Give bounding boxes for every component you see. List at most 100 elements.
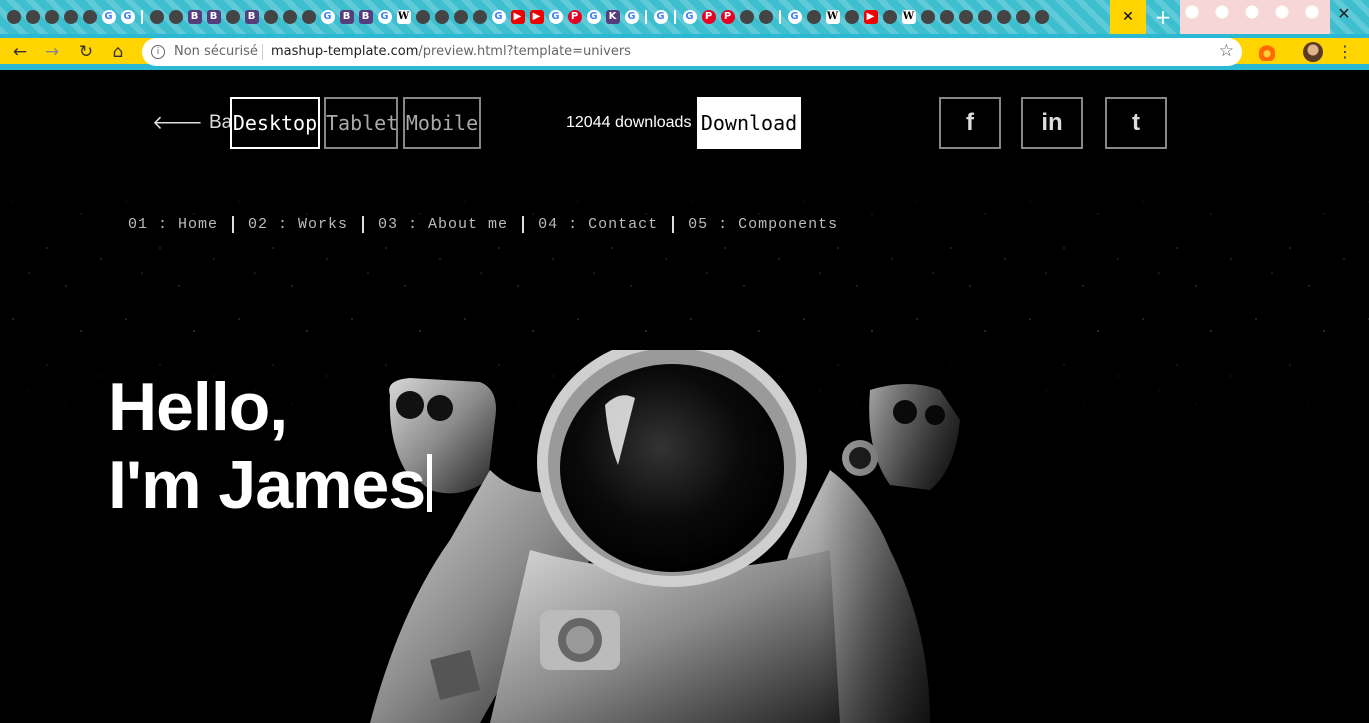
page-viewport: 🡐 Back Desktop Tablet Mobile 12044 downl…	[0, 70, 1369, 723]
tab-separator	[645, 10, 647, 24]
tab-favicon-b-icon[interactable]: B	[339, 10, 354, 24]
tab-favicon-globe-icon[interactable]	[1015, 10, 1030, 24]
mobile-button[interactable]: Mobile	[403, 97, 481, 149]
tab-favicon-globe-icon[interactable]	[1034, 10, 1049, 24]
tab-favicon-g-icon[interactable]: G	[586, 10, 601, 24]
tab-favicons: G G B B B G B B G W G ▶ ▶ G P G K G G G P P G W ▶ W	[4, 7, 1051, 27]
astronaut-hero-image	[370, 350, 1010, 723]
tab-favicon-g-icon[interactable]: G	[787, 10, 802, 24]
tab-favicon-w-icon[interactable]: W	[396, 10, 411, 24]
tab-favicon-b-icon[interactable]: B	[358, 10, 373, 24]
download-button[interactable]: Download	[697, 97, 801, 149]
hero-line-2: I'm James	[108, 447, 426, 523]
tab-favicon-globe-icon[interactable]	[977, 10, 992, 24]
tab-favicon-g-icon[interactable]: G	[120, 10, 135, 24]
tab-favicon-globe-icon[interactable]	[939, 10, 954, 24]
url-divider	[262, 44, 263, 60]
tab-favicon-globe-icon[interactable]	[453, 10, 468, 24]
profile-avatar[interactable]	[1303, 42, 1323, 62]
hero-line-2-wrap: I'm James	[108, 446, 433, 524]
tab-favicon-g-icon[interactable]: G	[653, 10, 668, 24]
hero-line-1: Hello,	[108, 369, 288, 445]
tab-favicon-globe-icon[interactable]	[282, 10, 297, 24]
tab-favicon-g-icon[interactable]: G	[682, 10, 697, 24]
tumblr-share-button[interactable]: t	[1105, 97, 1167, 149]
reload-icon[interactable]: ↻	[76, 42, 96, 62]
tab-favicon-p-icon[interactable]: P	[701, 10, 716, 24]
tab-separator	[674, 10, 676, 24]
tab-favicon-yt-icon[interactable]: ▶	[863, 10, 878, 24]
tab-favicon-g-icon[interactable]: G	[101, 10, 116, 24]
tab-favicon-globe-icon[interactable]	[6, 10, 21, 24]
tab-favicon-g-icon[interactable]: G	[320, 10, 335, 24]
tab-favicon-globe-icon[interactable]	[434, 10, 449, 24]
tab-favicon-g-icon[interactable]: G	[548, 10, 563, 24]
tab-favicon-p-icon[interactable]: P	[720, 10, 735, 24]
desktop-button[interactable]: Desktop	[230, 97, 320, 149]
tab-favicon-g-icon[interactable]: G	[624, 10, 639, 24]
tab-favicon-globe-icon[interactable]	[44, 10, 59, 24]
tab-favicon-globe-icon[interactable]	[149, 10, 164, 24]
tab-close-icon[interactable]: ✕	[1122, 9, 1134, 25]
tab-favicon-globe-icon[interactable]	[415, 10, 430, 24]
extension-fire-icon[interactable]	[1259, 43, 1275, 61]
tab-favicon-globe-icon[interactable]	[920, 10, 935, 24]
tab-separator	[141, 10, 143, 24]
nav-item-home[interactable]: 01 : Home	[128, 216, 232, 233]
tab-favicon-k-icon[interactable]: K	[605, 10, 620, 24]
tab-favicon-g-icon[interactable]: G	[377, 10, 392, 24]
forward-arrow-icon[interactable]: →	[42, 42, 62, 62]
tab-favicon-yt-icon[interactable]: ▶	[529, 10, 544, 24]
download-count: 12044 downloads	[566, 114, 692, 131]
active-tab[interactable]: ✕	[1110, 0, 1146, 34]
new-tab-button[interactable]: +	[1152, 7, 1174, 27]
info-icon[interactable]: i	[151, 45, 165, 59]
security-label: Non sécurisé	[174, 44, 258, 59]
tab-favicon-globe-icon[interactable]	[806, 10, 821, 24]
tab-favicon-b-icon[interactable]: B	[206, 10, 221, 24]
address-bar[interactable]: i Non sécurisé mashup-template.com/previ…	[142, 38, 1242, 66]
tab-favicon-yt-icon[interactable]: ▶	[510, 10, 525, 24]
bookmark-star-icon[interactable]: ☆	[1219, 41, 1234, 61]
tab-favicon-globe-icon[interactable]	[739, 10, 754, 24]
tab-favicon-globe-icon[interactable]	[472, 10, 487, 24]
linkedin-share-button[interactable]: in	[1021, 97, 1083, 149]
tab-favicon-globe-icon[interactable]	[882, 10, 897, 24]
browser-tab-strip: G G B B B G B B G W G ▶ ▶ G P G K G G G P P G W ▶ W ✕ + ✕	[0, 0, 1369, 34]
url-text[interactable]: mashup-template.com/preview.html?templat…	[271, 44, 631, 59]
tab-favicon-globe-icon[interactable]	[82, 10, 97, 24]
tablet-button[interactable]: Tablet	[324, 97, 398, 149]
tab-favicon-globe-icon[interactable]	[301, 10, 316, 24]
preview-toolbar: 🡐 Back Desktop Tablet Mobile 12044 downl…	[0, 97, 1369, 149]
nav-item-components[interactable]: 05 : Components	[672, 215, 852, 233]
url-path: /preview.html?template=univers	[418, 44, 631, 59]
browser-menu-icon[interactable]: ⋮	[1337, 42, 1353, 62]
tab-favicon-b-icon[interactable]: B	[187, 10, 202, 24]
tab-favicon-w-icon[interactable]: W	[825, 10, 840, 24]
tab-favicon-globe-icon[interactable]	[263, 10, 278, 24]
tab-favicon-w-icon[interactable]: W	[901, 10, 916, 24]
tab-separator	[779, 10, 781, 24]
tab-favicon-globe-icon[interactable]	[844, 10, 859, 24]
typing-cursor	[427, 454, 433, 512]
back-arrow-icon: 🡐	[152, 112, 203, 134]
tab-favicon-g-icon[interactable]: G	[491, 10, 506, 24]
tab-favicon-globe-icon[interactable]	[63, 10, 78, 24]
tab-favicon-globe-icon[interactable]	[25, 10, 40, 24]
window-close-icon[interactable]: ✕	[1334, 4, 1354, 24]
nav-item-contact[interactable]: 04 : Contact	[522, 215, 672, 233]
url-host: mashup-template.com	[271, 44, 419, 59]
facebook-share-button[interactable]: f	[939, 97, 1001, 149]
tab-favicon-globe-icon[interactable]	[168, 10, 183, 24]
site-navigation: 01 : Home 02 : Works 03 : About me 04 : …	[128, 213, 852, 235]
nav-item-works[interactable]: 02 : Works	[232, 215, 362, 233]
tab-favicon-p-icon[interactable]: P	[567, 10, 582, 24]
nav-item-about[interactable]: 03 : About me	[362, 215, 522, 233]
tab-favicon-globe-icon[interactable]	[758, 10, 773, 24]
tab-favicon-b-icon[interactable]: B	[244, 10, 259, 24]
tab-favicon-globe-icon[interactable]	[996, 10, 1011, 24]
tab-favicon-globe-icon[interactable]	[958, 10, 973, 24]
home-icon[interactable]: ⌂	[108, 42, 128, 62]
back-arrow-icon[interactable]: ←	[10, 42, 30, 62]
tab-favicon-globe-icon[interactable]	[225, 10, 240, 24]
